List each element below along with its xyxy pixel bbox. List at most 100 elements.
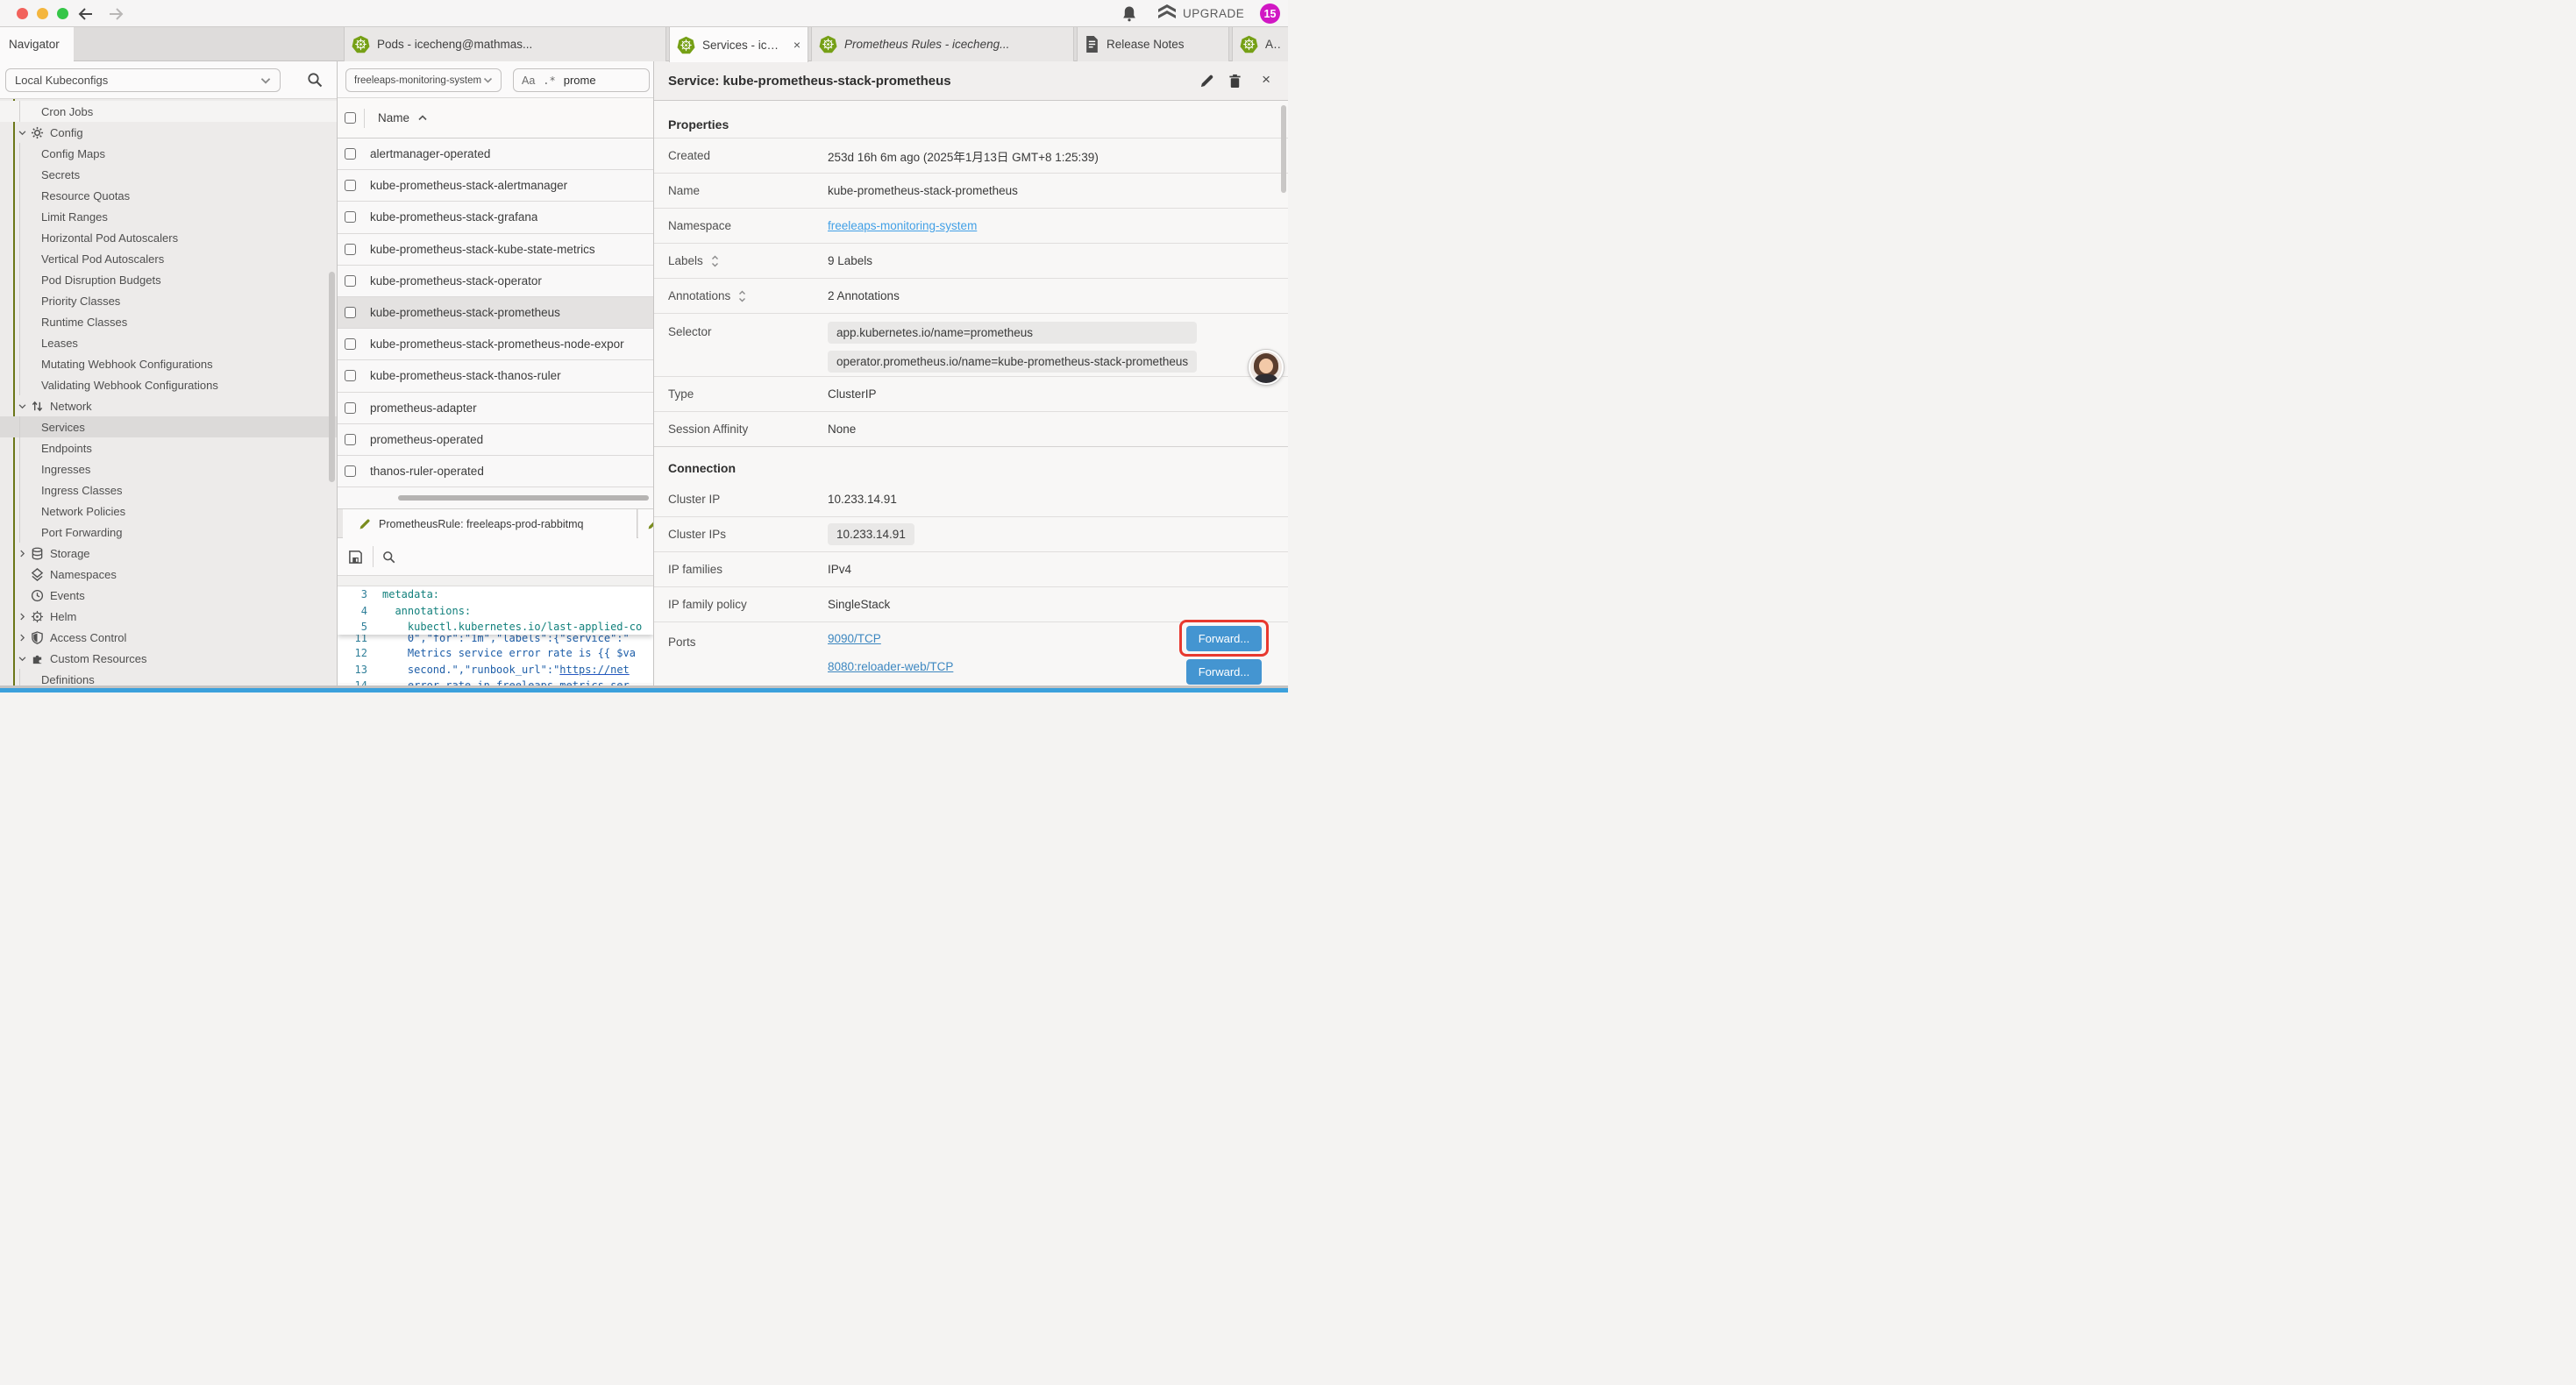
sidebar-item[interactable]: Ingresses	[0, 458, 337, 479]
details-scrollbar[interactable]	[1281, 105, 1286, 193]
sidebar-item[interactable]: Storage	[0, 543, 337, 564]
code-link[interactable]: https://net	[559, 664, 629, 676]
sidebar-item[interactable]: Events	[0, 585, 337, 606]
tab-release-notes[interactable]: Release Notes	[1077, 27, 1229, 61]
save-icon[interactable]	[348, 550, 363, 565]
sidebar-item[interactable]: Priority Classes	[0, 290, 337, 311]
sidebar-item[interactable]: Ingress Classes	[0, 479, 337, 501]
forward-button-9090[interactable]: Forward...	[1186, 626, 1262, 651]
row-checkbox[interactable]	[345, 307, 356, 318]
property-value[interactable]: 9 Labels	[828, 254, 872, 267]
maximize-window-button[interactable]	[57, 8, 68, 19]
service-row[interactable]: kube-prometheus-stack-prometheus	[338, 297, 653, 329]
minimize-window-button[interactable]	[37, 8, 48, 19]
name-column-header[interactable]: Name	[378, 111, 409, 124]
expand-collapse-icon[interactable]	[711, 255, 719, 267]
expand-collapse-icon[interactable]	[738, 290, 746, 302]
sidebar-item[interactable]: Custom Resources	[0, 648, 337, 669]
assistant-avatar[interactable]	[1249, 350, 1284, 385]
sort-ascending-icon[interactable]	[418, 115, 427, 121]
tab-argo[interactable]: Argo Se	[1232, 27, 1288, 61]
close-window-button[interactable]	[17, 8, 28, 19]
tree-chevron-icon[interactable]	[18, 654, 27, 664]
sidebar-item[interactable]: Mutating Webhook Configurations	[0, 353, 337, 374]
sidebar-item[interactable]: Network Policies	[0, 501, 337, 522]
row-checkbox[interactable]	[345, 244, 356, 255]
regex-icon[interactable]: .*	[543, 75, 555, 87]
close-tab-icon[interactable]: ×	[793, 38, 801, 52]
sidebar-item[interactable]: Network	[0, 395, 337, 416]
sidebar-item[interactable]: Namespaces	[0, 564, 337, 585]
sidebar-item[interactable]: Vertical Pod Autoscalers	[0, 248, 337, 269]
service-row[interactable]: kube-prometheus-stack-alertmanager	[338, 170, 653, 202]
delete-trash-icon[interactable]	[1228, 74, 1242, 89]
tree-chevron-icon[interactable]	[18, 633, 27, 643]
notification-count-badge[interactable]: 15	[1260, 4, 1280, 24]
service-row[interactable]: kube-prometheus-stack-prometheus-node-ex…	[338, 329, 653, 360]
sidebar-item[interactable]: Secrets	[0, 164, 337, 185]
service-row[interactable]: prometheus-operated	[338, 424, 653, 456]
notifications-bell-icon[interactable]	[1121, 5, 1137, 22]
row-checkbox[interactable]	[345, 275, 356, 287]
tree-chevron-icon[interactable]	[18, 401, 27, 411]
editor-tab-prometheusrule[interactable]: PrometheusRule: freeleaps-prod-rabbitmq	[343, 509, 637, 538]
tree-chevron-icon[interactable]	[18, 591, 27, 600]
horizontal-scrollbar-thumb[interactable]	[398, 495, 649, 501]
service-row[interactable]: alertmanager-operated	[338, 138, 653, 170]
port-link-8080[interactable]: 8080:reloader-web/TCP	[828, 660, 953, 673]
navigator-panel-tab[interactable]: Navigator	[0, 27, 74, 61]
sidebar-scrollbar[interactable]	[329, 272, 335, 482]
close-icon[interactable]: ×	[1262, 71, 1270, 89]
row-checkbox[interactable]	[345, 434, 356, 445]
row-checkbox[interactable]	[345, 148, 356, 160]
tab-prometheus-rules[interactable]: Prometheus Rules - icecheng...	[811, 27, 1074, 61]
forward-icon[interactable]	[107, 5, 125, 23]
sidebar-item[interactable]: Limit Ranges	[0, 206, 337, 227]
row-checkbox[interactable]	[345, 338, 356, 350]
namespace-select[interactable]: freeleaps-monitoring-system	[345, 68, 502, 92]
editor-search-icon[interactable]	[382, 550, 395, 564]
row-checkbox[interactable]	[345, 370, 356, 381]
tree-chevron-icon[interactable]	[18, 128, 27, 138]
sidebar-item[interactable]: Config	[0, 122, 337, 143]
selector-chip[interactable]: app.kubernetes.io/name=prometheus	[828, 322, 1197, 344]
search-icon[interactable]	[307, 72, 323, 88]
service-row[interactable]: prometheus-adapter	[338, 393, 653, 424]
sidebar-item[interactable]: Helm	[0, 606, 337, 627]
upgrade-button[interactable]: UPGRADE	[1157, 4, 1244, 23]
service-row[interactable]: thanos-ruler-operated	[338, 456, 653, 487]
sidebar-item[interactable]: Endpoints	[0, 437, 337, 458]
tab-pods[interactable]: Pods - icecheng@mathmas...	[344, 27, 666, 61]
forward-button-8080[interactable]: Forward...	[1186, 659, 1262, 685]
sidebar-item[interactable]: Pod Disruption Budgets	[0, 269, 337, 290]
sidebar-item[interactable]: Services	[0, 416, 337, 437]
service-row[interactable]: kube-prometheus-stack-operator	[338, 266, 653, 297]
sidebar-item[interactable]: Validating Webhook Configurations	[0, 374, 337, 395]
namespace-link[interactable]: freeleaps-monitoring-system	[828, 219, 977, 232]
property-value[interactable]: 2 Annotations	[828, 289, 900, 302]
editor-tab-next[interactable]	[638, 509, 653, 538]
tree-chevron-icon[interactable]	[18, 549, 27, 558]
tab-services[interactable]: Services - icecheng@math... ×	[669, 27, 808, 62]
row-checkbox[interactable]	[345, 180, 356, 191]
row-checkbox[interactable]	[345, 465, 356, 477]
sidebar-item[interactable]: Port Forwarding	[0, 522, 337, 543]
sidebar-item[interactable]: Resource Quotas	[0, 185, 337, 206]
row-checkbox[interactable]	[345, 211, 356, 223]
yaml-editor[interactable]: 3 metadata: 4 annotations: 5 kubectl.kub…	[338, 586, 653, 683]
select-all-checkbox[interactable]	[345, 112, 356, 124]
kubeconfig-select[interactable]: Local Kubeconfigs	[5, 68, 281, 92]
sidebar-item[interactable]: Cron Jobs	[0, 101, 337, 122]
filter-search-input[interactable]: Aa .* prome	[513, 68, 650, 92]
sidebar-item[interactable]: Config Maps	[0, 143, 337, 164]
tree-chevron-icon[interactable]	[18, 570, 27, 579]
service-row[interactable]: kube-prometheus-stack-grafana	[338, 202, 653, 233]
edit-icon[interactable]	[1199, 74, 1214, 89]
sidebar-item[interactable]: Runtime Classes	[0, 311, 337, 332]
selector-chip[interactable]: operator.prometheus.io/name=kube-prometh…	[828, 351, 1197, 373]
match-case-icon[interactable]: Aa	[522, 75, 535, 87]
row-checkbox[interactable]	[345, 402, 356, 414]
sidebar-item[interactable]: Leases	[0, 332, 337, 353]
service-row[interactable]: kube-prometheus-stack-thanos-ruler	[338, 360, 653, 392]
tree-chevron-icon[interactable]	[18, 612, 27, 621]
